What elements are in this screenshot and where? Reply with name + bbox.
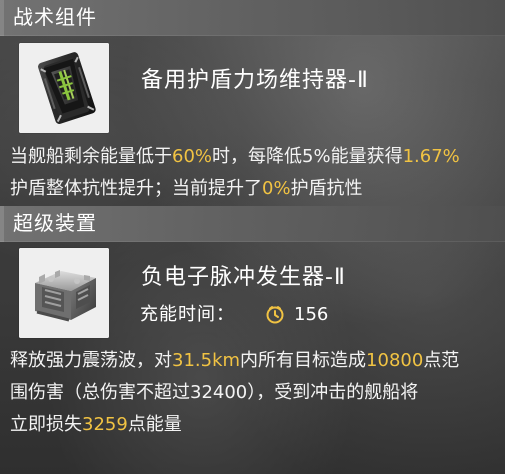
tactical-description-segment: 当舰船剩余能量低于 [10,146,172,167]
tactical-description-segment: 护盾整体抗性提升；当前提升了 [10,178,262,199]
super-description-segment: 点能量 [127,414,182,435]
tactical-description-line-2: 护盾整体抗性提升；当前提升了0%护盾抗性 [10,174,496,204]
super-description-segment: 释放强力震荡波，对 [10,350,172,371]
tactical-gain-value: 1.67% [402,146,460,167]
super-device-name: 负电子脉冲发生器-Ⅱ [141,265,346,290]
super-description-line-1: 释放强力震荡波，对31.5km内所有目标造成10800点范 [10,346,496,376]
super-description-segment: 点范 [423,350,460,371]
super-description-segment: 立即损失 [10,414,82,435]
pulse-range-value: 31.5km [172,350,241,371]
super-device-title: 超级装置 [13,211,97,235]
super-description-line-2: 围伤害（总伤害不超过32400），受到冲击的舰船将 [10,378,496,408]
module-info-panel: 战术组件 备用护盾力场维持器-Ⅱ 当舰船剩余能量低于60%时，每降低5%能量获得… [0,0,505,474]
tactical-description-line-1: 当舰船剩余能量低于60%时，每降低5%能量获得1.67% [10,142,496,172]
tactical-description-segment: 时，每降低5%能量获得 [212,146,403,167]
tactical-description-segment: 护盾抗性 [290,178,363,199]
charge-time-value: 156 [294,304,329,325]
charge-time-row: 充能时间： 156 [140,301,328,329]
super-description-line-3: 立即损失3259点能量 [10,410,496,440]
energy-loss-value: 3259 [82,414,128,435]
shield-generator-icon [19,43,109,133]
charge-time-icon [264,304,286,326]
charge-time-label: 充能时间： [140,304,235,325]
super-description-segment: 围伤害（总伤害不超过32400），受到冲击的舰船将 [10,382,419,403]
pulse-generator-icon [19,248,109,338]
tactical-component-header: 战术组件 [0,0,505,36]
super-device-header: 超级装置 [0,206,505,242]
tactical-current-boost-value: 0% [262,178,291,199]
super-description-segment: 内所有目标造成 [240,350,367,371]
pulse-damage-value: 10800 [366,350,424,371]
tactical-component-title: 战术组件 [13,5,97,29]
tactical-module-name: 备用护盾力场维持器-Ⅱ [141,68,369,93]
tactical-threshold-value: 60% [172,146,213,167]
